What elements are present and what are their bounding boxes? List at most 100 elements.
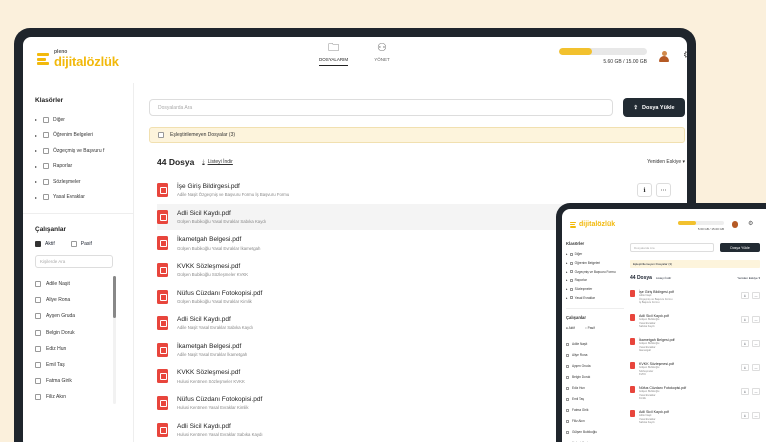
gear-icon[interactable]: ⚙ bbox=[748, 220, 753, 227]
sort-dropdown[interactable]: Yeniden Eskiye ▾ bbox=[647, 159, 685, 165]
checkbox[interactable] bbox=[566, 353, 569, 357]
tablet-folder-item[interactable]: ▸ Raporlar bbox=[566, 276, 624, 285]
chevron-right-icon[interactable]: ▸ bbox=[566, 261, 568, 265]
checkbox[interactable] bbox=[43, 132, 49, 139]
tab-dosyalarim[interactable]: 🗀 DOSYALARIM bbox=[319, 43, 349, 66]
tablet-folder-item[interactable]: ▸ Yasal Evraklar bbox=[566, 293, 624, 302]
scrollbar-thumb[interactable] bbox=[113, 276, 116, 318]
file-name[interactable]: Nüfus Cüzdanı Fotokopisi.pdf bbox=[177, 290, 262, 297]
chevron-right-icon[interactable]: ▸ bbox=[35, 164, 39, 169]
checkbox[interactable] bbox=[35, 362, 41, 369]
tablet-file-row[interactable]: Adli Sicil Kaydı.pdf Adile Naşit Yasal Evr… bbox=[630, 407, 760, 431]
upload-button[interactable]: ⇪ Dosya Yükle bbox=[623, 98, 685, 117]
avatar[interactable] bbox=[659, 51, 669, 63]
employee-item[interactable]: Emil Taş bbox=[35, 357, 121, 373]
checkbox[interactable] bbox=[43, 163, 49, 170]
checkbox[interactable] bbox=[35, 378, 41, 385]
tablet-employee-item[interactable]: Ayşen Gruda bbox=[566, 361, 624, 372]
tablet-filter-passive[interactable]: ○ Pasif bbox=[585, 326, 595, 330]
more-options-button[interactable]: ⋯ bbox=[752, 316, 760, 323]
more-options-button[interactable]: ⋯ bbox=[752, 340, 760, 347]
info-button[interactable]: ℹ bbox=[741, 388, 749, 395]
tablet-employee-item[interactable]: Hulusi Kentmen bbox=[566, 438, 624, 442]
more-options-button[interactable]: ⋯ bbox=[752, 412, 760, 419]
checkbox[interactable] bbox=[35, 329, 41, 336]
tablet-folder-item[interactable]: ▸ Özgeçmiş ve Başvuru Formu bbox=[566, 267, 624, 276]
checkbox[interactable] bbox=[566, 364, 569, 368]
tablet-employee-item[interactable]: Filiz Akın bbox=[566, 416, 624, 427]
checkbox[interactable] bbox=[35, 313, 41, 320]
tab-yonet[interactable]: ⚇ YÖNET bbox=[374, 43, 390, 66]
tablet-file-row[interactable]: Adli Sicil Kaydı.pdf Gülşen Bubikoğlu Yasa… bbox=[630, 311, 760, 335]
file-search-input[interactable]: Dosyalarda Ara bbox=[149, 99, 613, 116]
tablet-file-row[interactable]: İşe Giriş Bildirgesi.pdf Adile Naşit Özgeç… bbox=[630, 287, 760, 311]
filter-active[interactable]: Aktif bbox=[35, 241, 55, 247]
checkbox[interactable] bbox=[569, 270, 573, 274]
tablet-folder-item[interactable]: ▸ Öğrenim Belgeleri bbox=[566, 259, 624, 268]
employee-item[interactable]: Aliye Rona bbox=[35, 292, 121, 308]
brand-logo[interactable]: pleno dijitalözlük bbox=[37, 50, 119, 68]
info-button[interactable]: ℹ bbox=[741, 316, 749, 323]
file-name[interactable]: KVKK Sözleşmesi.pdf bbox=[177, 369, 245, 376]
scrollbar[interactable] bbox=[113, 276, 116, 404]
checkbox[interactable] bbox=[569, 287, 573, 291]
tablet-brand-logo[interactable]: dijitalözlük bbox=[570, 221, 615, 228]
employee-search-input[interactable]: Kişilerde Ara bbox=[35, 255, 113, 268]
tablet-file-row[interactable]: KVKK Sözleşmesi.pdf Gülşen Bubikoğlu Sözle… bbox=[630, 359, 760, 383]
employee-item[interactable]: Fatma Girik bbox=[35, 373, 121, 389]
avatar[interactable] bbox=[732, 221, 738, 228]
chevron-right-icon[interactable]: ▸ bbox=[566, 296, 568, 300]
info-button[interactable]: ℹ bbox=[741, 412, 749, 419]
sidebar-folder-item[interactable]: ▸ Diğer bbox=[35, 112, 121, 128]
tablet-file-row[interactable]: İkametgah Belgesi.pdf Gülşen Bubikoğlu Yas… bbox=[630, 335, 760, 359]
chevron-right-icon[interactable]: ▸ bbox=[35, 179, 39, 184]
chevron-right-icon[interactable]: ▸ bbox=[35, 133, 39, 138]
download-list-link[interactable]: ⤓ Listeyi İndir bbox=[202, 159, 233, 165]
tablet-employee-item[interactable]: Fatma Girik bbox=[566, 405, 624, 416]
chevron-right-icon[interactable]: ▸ bbox=[35, 195, 39, 200]
tablet-sort-dropdown[interactable]: Yeniden Eskiye ▾ bbox=[737, 276, 760, 280]
gear-icon[interactable]: ⚙ bbox=[683, 50, 687, 61]
filter-passive[interactable]: Pasif bbox=[70, 241, 92, 247]
tablet-folder-item[interactable]: ▸ Sözleşmeler bbox=[566, 285, 624, 294]
checkbox[interactable] bbox=[566, 375, 569, 379]
sidebar-folder-item[interactable]: ▸ Raporlar bbox=[35, 159, 121, 175]
checkbox[interactable] bbox=[569, 252, 573, 256]
more-options-button[interactable]: ⋯ bbox=[656, 183, 671, 197]
tablet-download-list-link[interactable]: Listeyi İndir bbox=[656, 276, 671, 280]
info-button[interactable]: ℹ bbox=[637, 183, 652, 197]
tablet-file-row[interactable]: Nüfus Cüzdanı Fotokopisi.pdf Gülşen Bubik… bbox=[630, 383, 760, 407]
tablet-notice[interactable]: Eşleştirilemeyen Dosyalar (3) bbox=[630, 260, 760, 268]
tablet-employee-item[interactable]: Adile Naşit bbox=[566, 339, 624, 350]
checkbox[interactable] bbox=[43, 178, 49, 185]
tablet-filter-active[interactable]: ● Aktif bbox=[566, 326, 575, 330]
more-options-button[interactable]: ⋯ bbox=[752, 388, 760, 395]
checkbox[interactable] bbox=[569, 296, 573, 300]
file-name[interactable]: İkametgah Belgesi.pdf bbox=[177, 236, 260, 243]
file-name[interactable]: KVKK Sözleşmesi.pdf bbox=[177, 263, 248, 270]
file-name[interactable]: Nüfus Cüzdanı Fotokopisi.pdf bbox=[177, 396, 262, 403]
checkbox[interactable] bbox=[566, 397, 569, 401]
file-row[interactable]: İşe Giriş Bildirgesi.pdf Adile Naşit Özge… bbox=[157, 177, 685, 204]
checkbox[interactable] bbox=[43, 116, 49, 123]
chevron-right-icon[interactable]: ▸ bbox=[566, 287, 568, 291]
sidebar-folder-item[interactable]: ▸ Yasal Evraklar bbox=[35, 190, 121, 206]
checkbox[interactable] bbox=[35, 394, 41, 401]
checkbox[interactable] bbox=[566, 342, 569, 346]
sidebar-folder-item[interactable]: ▸ Öğrenim Belgeleri bbox=[35, 128, 121, 144]
file-name[interactable]: Adli Sicil Kaydı.pdf bbox=[177, 316, 253, 323]
employee-item[interactable]: Belgin Doruk bbox=[35, 325, 121, 341]
tablet-employee-item[interactable]: Belgin Doruk bbox=[566, 372, 624, 383]
checkbox[interactable] bbox=[43, 194, 49, 201]
checkbox[interactable] bbox=[566, 419, 569, 423]
checkbox[interactable] bbox=[566, 386, 569, 390]
tablet-employee-item[interactable]: Ediz Hun bbox=[566, 383, 624, 394]
chevron-right-icon[interactable]: ▸ bbox=[35, 117, 39, 122]
employee-item[interactable]: Adile Naşit bbox=[35, 276, 121, 292]
checkbox[interactable] bbox=[35, 345, 41, 352]
chevron-right-icon[interactable]: ▸ bbox=[566, 278, 568, 282]
checkbox[interactable] bbox=[569, 278, 573, 282]
checkbox[interactable] bbox=[35, 281, 41, 288]
employee-item[interactable]: Ediz Hun bbox=[35, 341, 121, 357]
tablet-search-input[interactable]: Dosyalarda Ara bbox=[630, 243, 714, 252]
